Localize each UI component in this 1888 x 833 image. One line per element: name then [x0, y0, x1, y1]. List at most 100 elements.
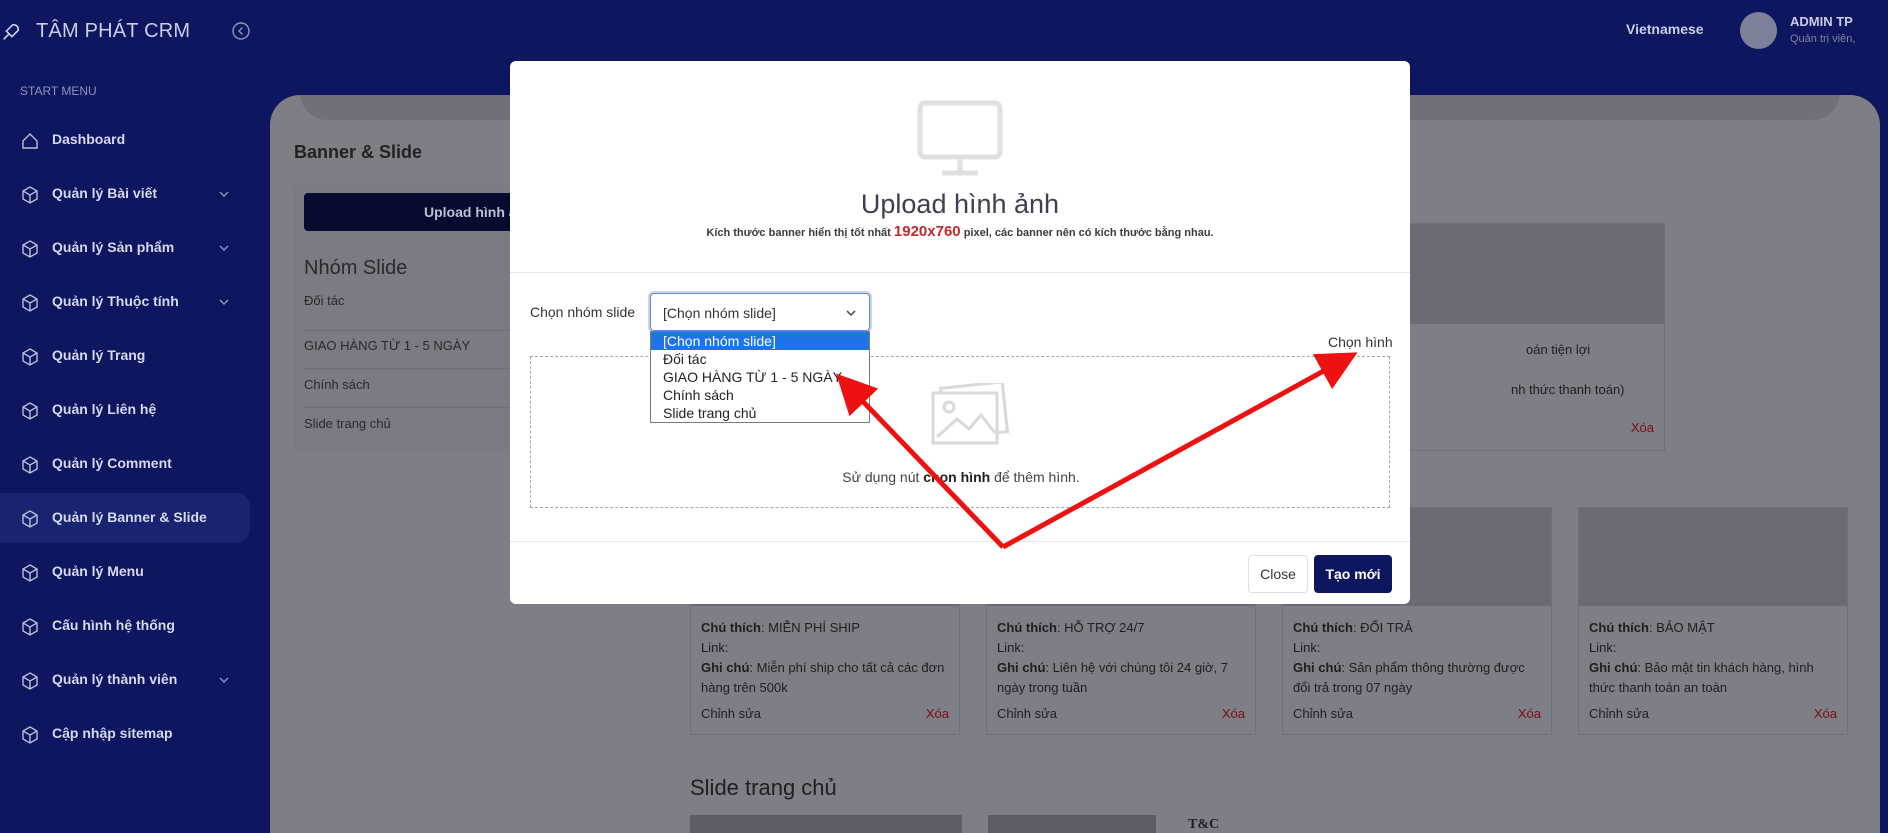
link-label: Link	[1293, 640, 1317, 655]
upload-image-button-label: Upload hình ả	[424, 204, 517, 220]
sidebar-item[interactable]: Quản lý thành viên	[0, 655, 270, 705]
dropdown-option[interactable]: Đối tác	[651, 350, 869, 368]
banner-note-fragment: nh thức thanh toán)	[1511, 382, 1625, 397]
chevron-down-icon	[219, 299, 229, 305]
banner-note: Ghi chú: Miễn phí ship cho tất cả các đơ…	[701, 660, 945, 695]
caption-value: MIỄN PHÍ SHIP	[768, 620, 860, 635]
link-label: Link	[997, 640, 1021, 655]
sidebar-item-label: Quản lý Thuộc tính	[52, 293, 179, 309]
caption-label: Chú thích	[1589, 620, 1649, 635]
slide-section-title: Slide trang chủ	[690, 775, 837, 800]
edit-link[interactable]: Chỉnh sửa	[997, 706, 1057, 721]
caption-value: ĐỔI TRẢ	[1360, 620, 1413, 635]
slide-thumbnail[interactable]	[690, 815, 962, 833]
delete-link[interactable]: Xóa	[1518, 706, 1541, 721]
sidebar-item[interactable]: Quản lý Thuộc tính	[0, 277, 270, 327]
banner-link: Link:	[1293, 640, 1321, 655]
rocket-icon	[3, 23, 20, 40]
banner-caption-fragment: oán tiện lợi	[1526, 342, 1591, 357]
subtitle-text: pixel, các banner nên có kích thước bằng…	[963, 227, 1214, 239]
menu-section-label: START MENU	[20, 84, 97, 98]
chevron-down-icon	[846, 310, 856, 317]
banner-card: Chú thích: BẢO MẬT Link: Ghi chú: Bảo mật …	[1578, 507, 1848, 735]
banner-image	[1579, 508, 1847, 606]
collapse-sidebar-icon[interactable]	[231, 21, 251, 41]
image-icon	[931, 383, 1009, 445]
sidebar: TÂM PHÁT CRM START MENU Dashboard Quản lý…	[0, 0, 270, 833]
banner-link: Link:	[997, 640, 1025, 655]
avatar[interactable]	[1740, 12, 1777, 49]
box-icon	[22, 402, 38, 420]
sidebar-item-label: Dashboard	[52, 131, 126, 147]
upload-image-button[interactable]: Upload hình ả	[304, 193, 544, 231]
edit-link[interactable]: Chỉnh sửa	[1589, 706, 1649, 721]
slide-group-dropdown: [Chọn nhóm slide] Đối tác GIAO HÀNG TỪ 1…	[650, 331, 870, 423]
sidebar-item[interactable]: Dashboard	[0, 115, 270, 165]
box-icon	[22, 672, 38, 690]
box-icon	[22, 510, 38, 528]
user-name[interactable]: ADMIN TP	[1790, 14, 1853, 29]
edit-link[interactable]: Chỉnh sửa	[1293, 706, 1353, 721]
monitor-icon	[917, 100, 1003, 176]
slide-group-select[interactable]: [Chọn nhóm slide]	[650, 293, 870, 331]
sidebar-item[interactable]: Quản lý Bài viết	[0, 169, 270, 219]
dropdown-option[interactable]: Chính sách	[651, 386, 869, 404]
chevron-down-icon	[219, 191, 229, 197]
dropzone-text-part: để thêm hình.	[994, 469, 1080, 485]
caption-label: Chú thích	[701, 620, 761, 635]
select-value: [Chọn nhóm slide]	[663, 305, 776, 321]
sidebar-item[interactable]: Quản lý Menu	[0, 547, 270, 597]
sidebar-item-label: Quản lý Bài viết	[52, 185, 158, 201]
banner-note: Ghi chú: Sản phẩm thông thường được đổi …	[1293, 660, 1525, 695]
box-icon	[22, 186, 38, 204]
delete-link[interactable]: Xóa	[1222, 706, 1245, 721]
modal-subtitle: Kích thước banner hiển thị tốt nhất 1920…	[510, 223, 1410, 240]
sidebar-item-label: Quản lý Comment	[52, 455, 172, 471]
close-button[interactable]: Close	[1248, 555, 1308, 593]
chevron-down-icon	[219, 677, 229, 683]
slide-thumbnail[interactable]	[988, 815, 1156, 833]
dropdown-option[interactable]: Slide trang chủ	[651, 404, 869, 422]
slide-thumbnail-text: T&C	[1188, 817, 1220, 832]
banner-caption: Chú thích: BẢO MẬT	[1589, 620, 1715, 635]
sidebar-item[interactable]: Quản lý Sản phẩm	[0, 223, 270, 273]
sidebar-item[interactable]: Quản lý Trang	[0, 331, 270, 381]
sidebar-item-label: Quản lý Liên hệ	[52, 401, 157, 417]
sidebar-item[interactable]: Quản lý Comment	[0, 439, 270, 489]
sidebar-item[interactable]: Cập nhập sitemap	[0, 709, 270, 759]
dropzone-text: Sử dụng nút chọn hình để thêm hình.	[531, 469, 1391, 485]
home-icon	[22, 133, 38, 149]
upload-image-modal: Upload hình ảnh Kích thước banner hiển t…	[510, 61, 1410, 604]
delete-link[interactable]: Xóa	[926, 706, 949, 721]
link-label: Link	[1589, 640, 1613, 655]
banner-caption: Chú thích: MIỄN PHÍ SHIP	[701, 620, 860, 635]
note-label: Ghi chú	[701, 660, 750, 675]
dropdown-option[interactable]: GIAO HÀNG TỪ 1 - 5 NGÀY	[651, 368, 869, 386]
edit-link[interactable]: Chỉnh sửa	[701, 706, 761, 721]
user-role: Quản trị viên,	[1790, 33, 1856, 45]
language-selector[interactable]: Vietnamese	[1626, 21, 1704, 37]
link-label: Link	[701, 640, 725, 655]
brand-name: TÂM PHÁT CRM	[36, 20, 191, 42]
banner-caption: Chú thích: HỖ TRỢ 24/7	[997, 620, 1145, 635]
sidebar-item[interactable]: Quản lý Banner & Slide	[0, 493, 250, 543]
box-icon	[22, 726, 38, 744]
subtitle-text: Kích thước banner hiển thị tốt nhất	[706, 227, 891, 239]
sidebar-item-label: Cập nhập sitemap	[52, 725, 173, 741]
sidebar-item[interactable]: Cấu hình hệ thống	[0, 601, 270, 651]
modal-title: Upload hình ảnh	[860, 189, 1060, 219]
caption-label: Chú thích	[997, 620, 1057, 635]
banner-note: Ghi chú: Liên hệ với chúng tôi 24 giờ, 7…	[997, 660, 1228, 695]
box-icon	[22, 618, 38, 636]
choose-image-button[interactable]: Chọn hình	[1328, 334, 1393, 350]
delete-link[interactable]: Xóa	[1814, 706, 1837, 721]
caption-value: BẢO MẬT	[1656, 620, 1715, 635]
slide-group-label: Chọn nhóm slide	[530, 304, 636, 320]
modal-header: Upload hình ảnh Kích thước banner hiển t…	[510, 61, 1410, 273]
delete-link[interactable]: Xóa	[1631, 420, 1654, 435]
sidebar-item-label: Cấu hình hệ thống	[52, 617, 175, 633]
banner-note: Ghi chú: Bảo mật tin khách hàng, hình th…	[1589, 660, 1814, 695]
sidebar-item[interactable]: Quản lý Liên hệ	[0, 385, 270, 435]
dropdown-option[interactable]: [Chọn nhóm slide]	[651, 332, 869, 350]
create-button[interactable]: Tạo mới	[1314, 555, 1392, 593]
